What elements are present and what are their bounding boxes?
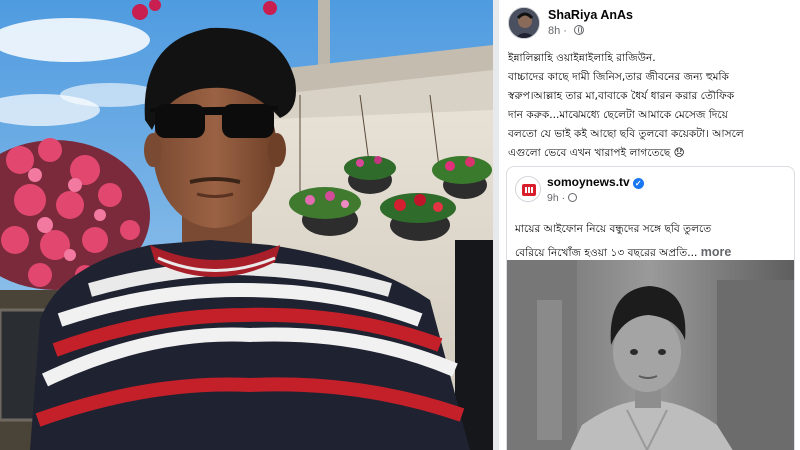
selfie-photo[interactable] — [0, 0, 493, 450]
page-avatar[interactable] — [515, 176, 541, 202]
author-avatar[interactable] — [508, 7, 540, 39]
author-name[interactable]: ShaRiya AnAs — [548, 8, 633, 22]
headline-line: মায়ের আইফোন নিয়ে বন্ধুদের সঙ্গে ছবি তু… — [515, 223, 712, 235]
globe-icon — [568, 193, 578, 202]
shared-post-card[interactable]: somoynews.tv ✓ 9h · মায়ের আইফোন নিয়ে বন… — [506, 166, 795, 450]
post-time[interactable]: 8h — [548, 25, 560, 37]
somoy-logo-icon — [516, 177, 540, 201]
boy-portrait-photo — [507, 260, 794, 450]
globe-icon — [574, 25, 585, 35]
post-body: ইন্নালিল্লাহি ওয়াইন্নাইলাহি রাজিউন. বাচ… — [508, 49, 795, 163]
post-text-line: দান করুক...মাঝেমধ্যে ছেলেটা আমাকে মেসেজ … — [508, 109, 728, 121]
post-text-line: বলতো যে ভাই কই আছো ছবি তুলবো কয়েকটা। আস… — [508, 128, 744, 140]
page-name-text: somoynews.tv — [547, 175, 630, 189]
shared-post-meta: 9h · — [547, 192, 578, 204]
page-name[interactable]: somoynews.tv ✓ — [547, 175, 644, 189]
headline-text: বেরিয়ে নিখোঁজ হওয়া ১৩ বছরের অপ্রতি... — [515, 247, 698, 259]
avatar-image — [509, 8, 539, 38]
shared-post-photo[interactable] — [507, 260, 794, 450]
shared-post-time[interactable]: 9h — [547, 192, 559, 204]
post-text-line: ইন্নালিল্লাহি ওয়াইন্নাইলাহি রাজিউন. — [508, 52, 656, 64]
see-more-link[interactable]: more — [701, 245, 732, 259]
facebook-post: ShaRiya AnAs 8h · ইন্নালিল্লাহি ওয়াইন্ন… — [499, 0, 800, 450]
post-text-line: এগুলো ভেবে এখন খারাপই লাগতেছে 😞 — [508, 147, 685, 159]
post-text-line: স্বরুপ।আল্লাহ তার মা,বাবাকে ধৈর্য ধারন ক… — [508, 90, 735, 102]
shared-post-header: somoynews.tv ✓ 9h · — [515, 174, 785, 208]
shared-post-headline: মায়ের আইফোন নিয়ে বন্ধুদের সঙ্গে ছবি তু… — [515, 218, 791, 265]
selfie-photo-illustration — [0, 0, 493, 450]
post-header: ShaRiya AnAs 8h · — [508, 6, 793, 42]
post-text-line: বাচ্চাদের কাছে দামী জিনিস,তার জীবনের জন্… — [508, 71, 729, 83]
verified-badge-icon: ✓ — [632, 178, 644, 189]
post-meta: 8h · — [548, 25, 585, 37]
